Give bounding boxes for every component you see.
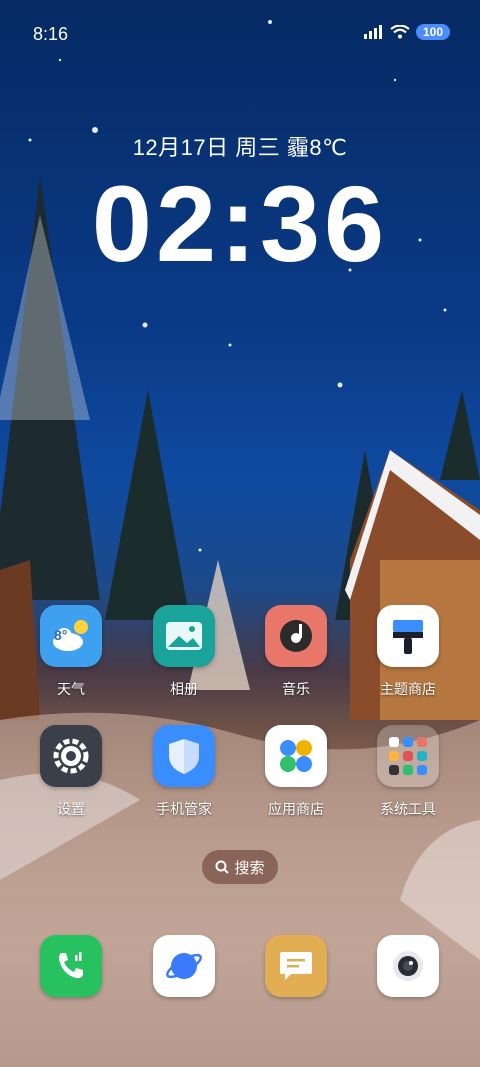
app-label: 应用商店 [268, 801, 324, 817]
app-settings[interactable]: 设置 [21, 725, 121, 819]
app-label: 音乐 [282, 681, 310, 697]
app-phone-manager[interactable]: 手机管家 [134, 725, 234, 819]
dock-browser[interactable] [134, 935, 234, 997]
app-music[interactable]: 音乐 [246, 605, 346, 699]
big-clock[interactable]: 02:36 [0, 170, 480, 278]
app-label: 设置 [57, 801, 85, 817]
status-time: 8:16 [33, 24, 69, 44]
app-system-tools-folder[interactable]: 系统工具 [358, 725, 458, 819]
app-label: 系统工具 [380, 801, 436, 817]
weather-icon: 8° [40, 605, 102, 667]
weather-temp: 8° [54, 627, 68, 643]
date-weather-line[interactable]: 12月17日 周三 霾8℃ [0, 130, 480, 162]
folder-icon [377, 725, 439, 787]
status-bar: 8:16 100 [0, 20, 480, 48]
shield-icon [153, 725, 215, 787]
signal-icon [363, 25, 382, 39]
brush-icon [377, 605, 439, 667]
camera-icon [377, 935, 439, 997]
gear-icon [40, 725, 102, 787]
dock-camera[interactable] [358, 935, 458, 997]
app-store-icon [265, 725, 327, 787]
app-gallery[interactable]: 相册 [134, 605, 234, 699]
app-app-store[interactable]: 应用商店 [246, 725, 346, 819]
search-button[interactable]: 搜索 [202, 850, 278, 884]
search-label: 搜索 [234, 859, 265, 877]
app-label: 天气 [57, 681, 85, 697]
app-theme-store[interactable]: 主题商店 [358, 605, 458, 699]
message-icon [265, 935, 327, 997]
search-icon [215, 860, 230, 874]
music-icon [265, 605, 327, 667]
photo-icon [153, 605, 215, 667]
phone-icon [40, 935, 102, 997]
wifi-icon [390, 25, 410, 39]
dock-phone[interactable] [21, 935, 121, 997]
app-label: 相册 [170, 681, 198, 697]
app-label: 手机管家 [156, 801, 212, 817]
battery-indicator: 100 [415, 24, 450, 40]
dock-messages[interactable] [246, 935, 346, 997]
app-label: 主题商店 [380, 681, 436, 697]
browser-icon [153, 935, 215, 997]
app-weather[interactable]: 8° 天气 [21, 605, 121, 699]
